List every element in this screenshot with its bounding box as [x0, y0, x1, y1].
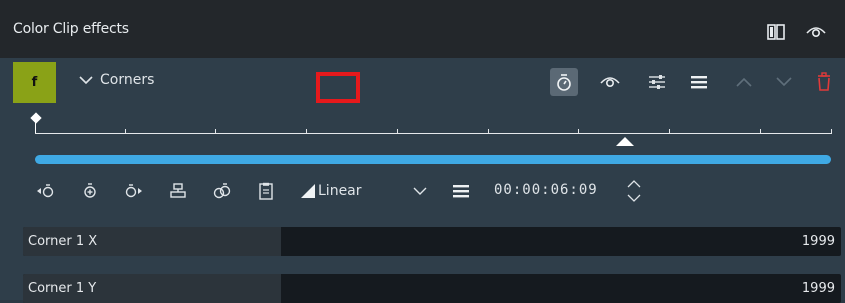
move-down-icon[interactable]: [770, 68, 798, 96]
param-value[interactable]: 1999: [802, 281, 835, 296]
ruler-tick: [215, 129, 216, 134]
sliders-icon[interactable]: [643, 68, 671, 96]
delete-icon[interactable]: [810, 68, 838, 96]
menu-icon[interactable]: [685, 68, 713, 96]
eye-icon[interactable]: [806, 22, 826, 42]
spin-icon[interactable]: [626, 178, 642, 204]
timeline-bar[interactable]: [35, 155, 831, 164]
keyframe-ruler[interactable]: [35, 133, 832, 134]
menu-icon[interactable]: [450, 180, 472, 202]
next-keyframe-icon[interactable]: [123, 180, 145, 202]
param-row-corner-1-x[interactable]: Corner 1 X 1999: [23, 227, 841, 256]
ruler-tick: [669, 129, 670, 134]
highlight-box: [316, 72, 360, 103]
ruler-tick: [488, 129, 489, 134]
ruler-tick: [578, 129, 579, 134]
param-label: Corner 1 X: [28, 234, 98, 249]
keyframe-stopwatch-icon[interactable]: [550, 68, 578, 96]
dropdown-chevron-icon[interactable]: [409, 180, 431, 202]
compare-split-icon[interactable]: [766, 22, 786, 42]
chevron-down-icon[interactable]: [78, 72, 94, 88]
clipboard-icon[interactable]: [255, 180, 277, 202]
linear-interpolation-icon: [297, 180, 319, 202]
copy-keyframe-icon[interactable]: [211, 180, 233, 202]
effect-name: Corners: [100, 72, 155, 88]
ruler-tick: [760, 129, 761, 134]
ruler-tick: [125, 129, 126, 134]
eye-icon[interactable]: [596, 68, 624, 96]
effect-panel: [0, 58, 845, 300]
timecode-field[interactable]: 00:00:06:09: [494, 182, 598, 198]
effect-badge[interactable]: f: [13, 62, 56, 103]
param-row-corner-1-y[interactable]: Corner 1 Y 1999: [23, 274, 841, 303]
param-value[interactable]: 1999: [802, 234, 835, 249]
prev-keyframe-icon[interactable]: [34, 180, 56, 202]
align-icon[interactable]: [167, 180, 189, 202]
ruler-tick: [306, 129, 307, 134]
param-label: Corner 1 Y: [28, 281, 97, 296]
panel-title: Color Clip effects: [13, 21, 129, 37]
interpolation-select[interactable]: Linear: [318, 183, 362, 199]
playhead[interactable]: [615, 137, 634, 146]
ruler-tick: [831, 129, 832, 134]
ruler-tick: [397, 129, 398, 134]
move-up-icon[interactable]: [730, 68, 758, 96]
add-keyframe-icon[interactable]: [79, 180, 101, 202]
